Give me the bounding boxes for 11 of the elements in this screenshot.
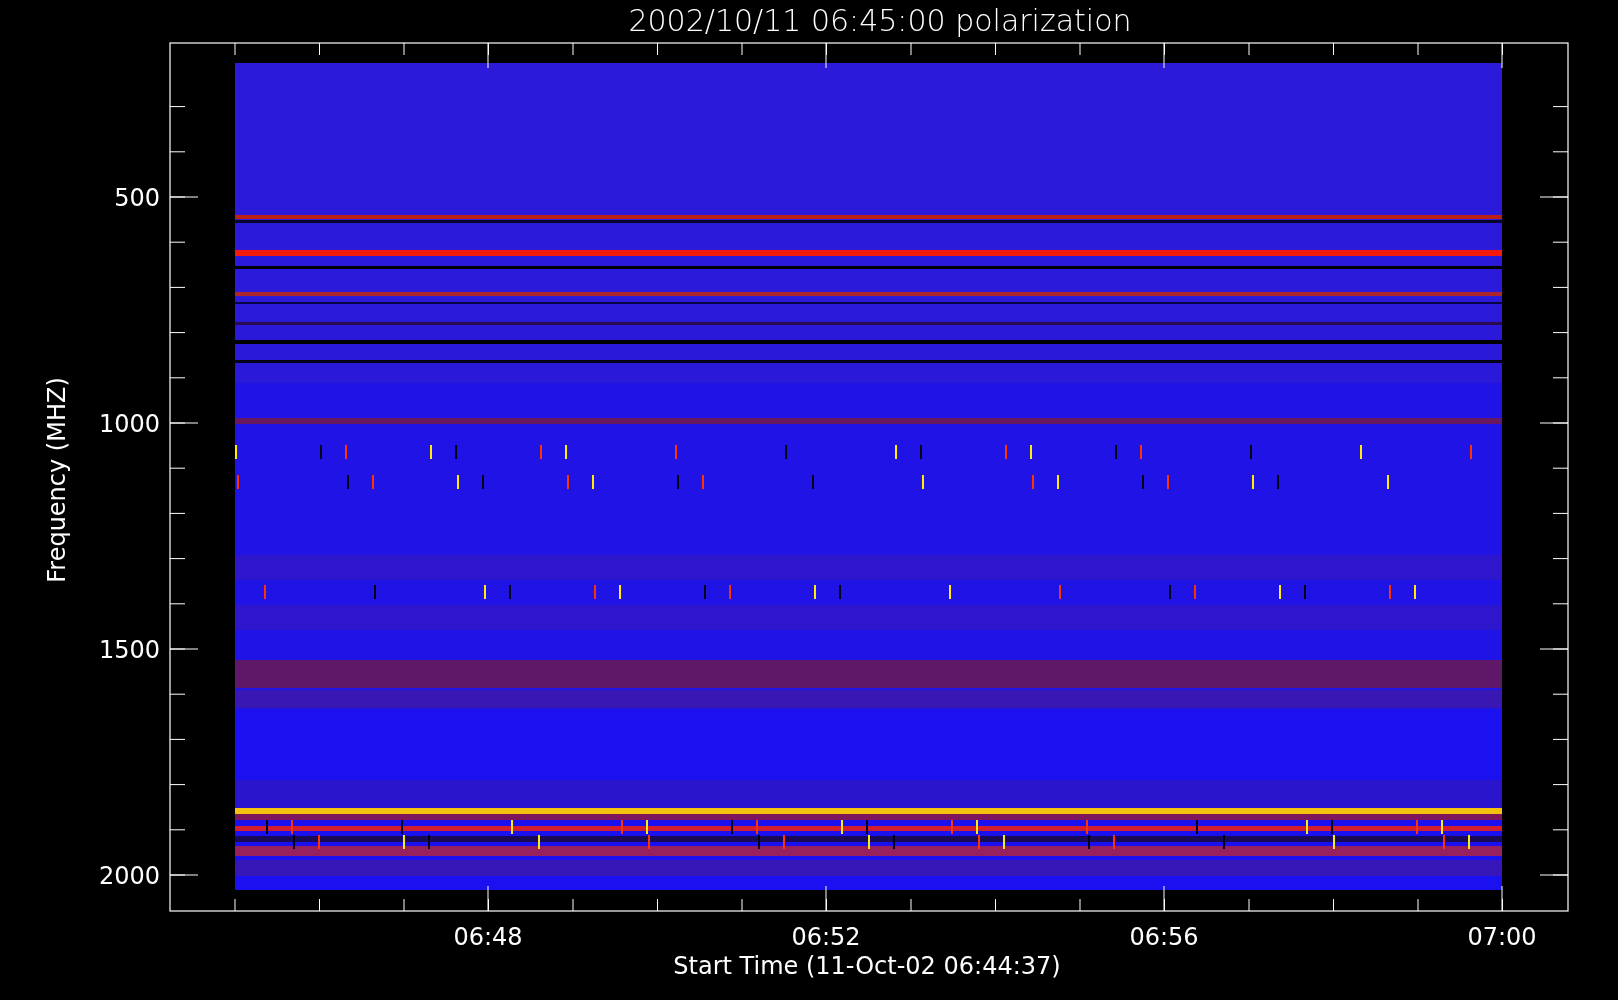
x-axis-label: Start Time (11-Oct-02 06:44:37) [673,952,1061,980]
plot-title: 2002/10/11 06:45:00 polarization [628,3,1132,38]
y-tick-label: 1000 [98,410,160,438]
x-tick-label: 06:48 [453,923,523,951]
y-tick-label: 500 [114,184,160,212]
x-tick-label: 06:52 [791,923,861,951]
x-tick-label: 06:56 [1129,923,1199,951]
y-tick-label: 1500 [98,636,160,664]
y-axis-label: Frequency (MHZ) [43,377,71,583]
y-tick-label: 2000 [98,862,160,890]
x-tick-label: 07:00 [1467,923,1537,951]
